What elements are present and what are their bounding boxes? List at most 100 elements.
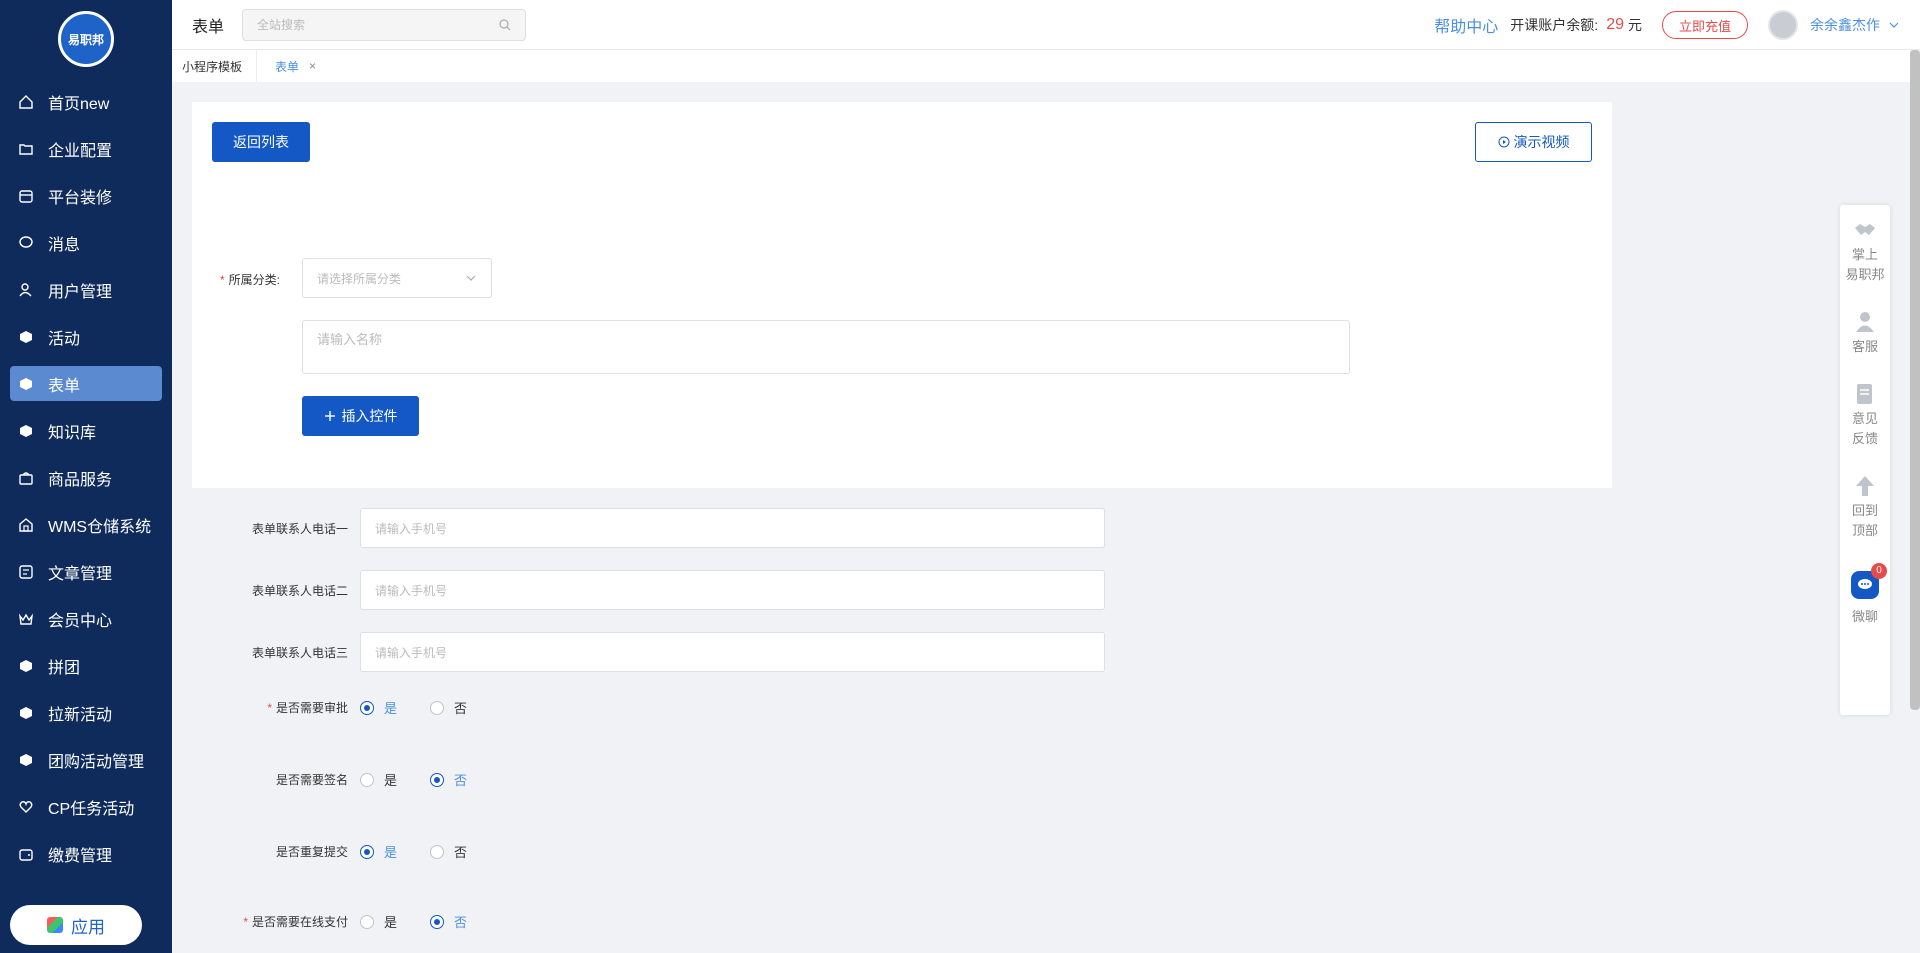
- radio-option-label: 是: [384, 701, 398, 716]
- cube-icon: [18, 705, 34, 721]
- phone-input-1[interactable]: 请输入手机号: [360, 508, 1105, 548]
- cube-icon: [18, 658, 34, 674]
- radio-option-yes[interactable]: 是: [360, 842, 406, 861]
- phone-input-3[interactable]: 请输入手机号: [360, 632, 1105, 672]
- back-to-list-button[interactable]: 返回列表: [212, 122, 310, 162]
- balance-unit: 元: [1627, 17, 1642, 33]
- back-to-top-link[interactable]: 回到 顶部: [1852, 475, 1878, 541]
- store-icon: [18, 188, 34, 204]
- radio-row: 是否重复提交是否: [192, 842, 500, 861]
- radio-option-no[interactable]: 否: [430, 770, 476, 789]
- search-icon[interactable]: [499, 18, 511, 31]
- sidebar-item[interactable]: 用户管理: [0, 266, 172, 313]
- radio-option-no[interactable]: 否: [430, 842, 476, 861]
- radio-option-no[interactable]: 否: [430, 912, 476, 931]
- sidebar-item[interactable]: 商品服务: [0, 454, 172, 501]
- phone-placeholder: 请输入手机号: [375, 521, 448, 536]
- radio-option-label: 否: [454, 773, 468, 788]
- sidebar-item[interactable]: 企业配置: [0, 125, 172, 172]
- logo[interactable]: 易职邦: [58, 11, 114, 67]
- sidebar-item[interactable]: 缴费管理: [0, 830, 172, 877]
- sidebar-item[interactable]: 知识库: [0, 407, 172, 454]
- category-select[interactable]: 请选择所属分类: [302, 258, 492, 298]
- sidebar-item[interactable]: 活动: [0, 313, 172, 360]
- sidebar-item[interactable]: 团购活动管理: [0, 736, 172, 783]
- app-button[interactable]: 应用: [10, 905, 142, 945]
- mobile-app-link[interactable]: 掌上 易职邦: [1845, 219, 1885, 285]
- top-header: 表单 全站搜索 帮助中心 开课账户余额: 29 元 立即充值 余余鑫杰作: [172, 0, 1920, 50]
- search-input[interactable]: 全站搜索: [242, 8, 527, 41]
- username[interactable]: 余余鑫杰作: [1810, 15, 1880, 35]
- phone-input-2[interactable]: 请输入手机号: [360, 570, 1105, 610]
- radio-dot[interactable]: [360, 914, 374, 929]
- radio-group: 是否: [360, 842, 500, 861]
- handshake-icon: [1854, 219, 1876, 241]
- sidebar-item[interactable]: 首页new: [0, 78, 172, 125]
- radio-dot[interactable]: [430, 914, 444, 929]
- required-mark: *: [243, 915, 248, 929]
- category-placeholder: 请选择所属分类: [317, 271, 402, 286]
- chevron-down-icon[interactable]: [1888, 19, 1900, 31]
- radio-option-yes[interactable]: 是: [360, 698, 406, 717]
- radio-option-no[interactable]: 否: [430, 698, 476, 717]
- help-center-link[interactable]: 帮助中心: [1434, 13, 1498, 37]
- crown-icon: [18, 611, 34, 627]
- sidebar-item-label: 缴费管理: [48, 847, 113, 865]
- wechat-chat-link[interactable]: 0 微聊: [1851, 563, 1887, 627]
- sidebar-item[interactable]: 消息: [0, 219, 172, 266]
- folder-icon: [18, 141, 34, 157]
- radio-dot[interactable]: [360, 700, 374, 715]
- sidebar-item-label: CP任务活动: [48, 800, 135, 818]
- avatar[interactable]: [1768, 10, 1798, 40]
- app-button-label: 应用: [71, 917, 105, 937]
- radio-row-label: 是否需要签名: [192, 771, 360, 788]
- balance-label: 开课账户余额:: [1510, 17, 1599, 33]
- required-mark: *: [267, 701, 272, 715]
- sidebar-item[interactable]: 会员中心: [0, 595, 172, 642]
- play-circle-icon: [1498, 136, 1509, 148]
- radio-row: * 是否需要审批是否: [192, 698, 500, 717]
- radio-dot[interactable]: [430, 844, 444, 859]
- sidebar-item[interactable]: CP任务活动: [0, 783, 172, 830]
- sidebar-item[interactable]: 拉新活动: [0, 689, 172, 736]
- radio-group: 是否: [360, 698, 500, 717]
- tab-label: 小程序模板: [182, 59, 243, 74]
- radio-dot[interactable]: [360, 772, 374, 787]
- sidebar-item[interactable]: 拼团: [0, 642, 172, 689]
- home-icon: [18, 94, 34, 110]
- radio-option-yes[interactable]: 是: [360, 912, 406, 931]
- recharge-button[interactable]: 立即充值: [1661, 11, 1748, 39]
- sidebar-item[interactable]: 文章管理: [0, 548, 172, 595]
- radio-dot[interactable]: [430, 700, 444, 715]
- sidebar: 易职邦 首页new 企业配置 平台装修 消息 用户管理活动表单 知识库 商品服务 WMS仓储系…: [0, 0, 172, 953]
- customer-service-link[interactable]: 客服: [1852, 311, 1878, 357]
- sidebar-item-label: 活动: [48, 330, 81, 348]
- insert-control-button[interactable]: 插入控件: [302, 396, 419, 436]
- sidebar-item-label: 拉新活动: [48, 706, 113, 724]
- close-icon[interactable]: ×: [309, 59, 316, 73]
- radio-option-label: 是: [384, 773, 398, 788]
- feedback-link[interactable]: 意见 反馈: [1852, 383, 1878, 449]
- scrollbar[interactable]: [1910, 50, 1920, 710]
- tab-mini-program-template[interactable]: 小程序模板: [172, 50, 258, 82]
- required-mark: *: [220, 273, 225, 287]
- user-icon: [18, 282, 34, 298]
- cube-icon: [18, 423, 34, 439]
- sidebar-item[interactable]: 表单: [0, 360, 172, 407]
- chat-badge: 0: [1871, 563, 1887, 579]
- search-placeholder: 全站搜索: [257, 18, 306, 32]
- tab-form[interactable]: 表单 ×: [257, 50, 326, 82]
- radio-dot[interactable]: [430, 772, 444, 787]
- radio-option-yes[interactable]: 是: [360, 770, 406, 789]
- logo-area: 易职邦: [0, 0, 172, 78]
- phone-row-1: 表单联系人电话一 请输入手机号: [192, 508, 1105, 548]
- sidebar-item[interactable]: WMS仓储系统: [0, 501, 172, 548]
- radio-dot[interactable]: [360, 844, 374, 859]
- sidebar-item[interactable]: 平台装修: [0, 172, 172, 219]
- name-textarea[interactable]: 请输入名称: [302, 320, 1350, 374]
- demo-video-button[interactable]: 演示视频: [1475, 122, 1592, 162]
- float-label-4: 回到 顶部: [1851, 503, 1878, 538]
- category-label: * 所属分类:: [220, 271, 280, 288]
- phone-label-2: 表单联系人电话二: [251, 583, 348, 598]
- radio-row-label-text: 是否需要签名: [275, 773, 348, 787]
